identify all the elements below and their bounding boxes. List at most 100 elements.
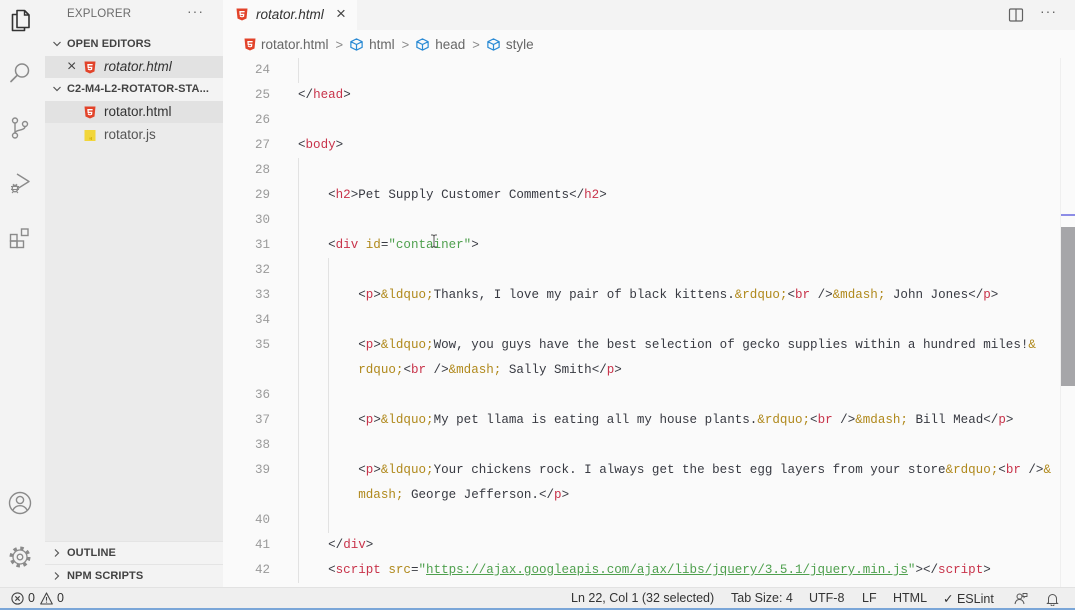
error-icon[interactable] [11, 592, 24, 605]
breadcrumb-item-file[interactable]: rotator.html [244, 37, 329, 52]
line-number: 32 [254, 263, 270, 277]
error-count[interactable]: 0 [28, 591, 35, 605]
code-line[interactable]: 34 [223, 308, 1060, 333]
code-token-p: < [328, 188, 336, 202]
code-token-attr: src [388, 563, 411, 577]
file-item-rotator-js[interactable]: rotator.js [45, 124, 223, 146]
warning-icon[interactable] [40, 592, 53, 605]
code-token-p: < [403, 363, 411, 377]
more-actions-button[interactable]: ··· [187, 3, 204, 19]
chevron-right-icon [54, 572, 60, 580]
breadcrumb-item-head[interactable]: head [415, 37, 465, 52]
code-token-ent: & [1043, 463, 1051, 477]
code-text[interactable]: <p>&ldquo;Your chickens rock. I always g… [298, 458, 1051, 483]
open-editor-item[interactable]: × rotator.html [45, 56, 223, 78]
symbol-element-icon [350, 37, 363, 51]
code-line[interactable]: 38 [223, 433, 1060, 458]
code-line[interactable]: 42 <script src="https://ajax.googleapis.… [223, 558, 1060, 583]
code-line[interactable]: 40 [223, 508, 1060, 533]
code-text[interactable]: </div> [298, 533, 373, 558]
search-icon[interactable] [7, 60, 33, 86]
code-token-tag: h2 [584, 188, 600, 202]
symbol-element-icon [416, 37, 429, 51]
explorer-icon[interactable] [7, 7, 33, 33]
more-actions-button[interactable]: ··· [1040, 3, 1057, 19]
gear-icon[interactable] [7, 544, 33, 570]
code-line-wrap[interactable]: rdquo;<br />&mdash; Sally Smith</p> [223, 358, 1060, 383]
outline-header[interactable]: OUTLINE [45, 541, 223, 563]
warning-count[interactable]: 0 [57, 591, 64, 605]
code-line[interactable]: 31 <div id="container"> [223, 233, 1060, 258]
tab-rotator-html[interactable]: rotator.html × [223, 0, 357, 30]
code-token-p: < [358, 288, 366, 302]
language-mode[interactable]: HTML [893, 591, 927, 605]
code-token-p: > [983, 563, 991, 577]
run-debug-icon[interactable] [7, 170, 33, 196]
code-token-p: > [990, 288, 999, 302]
line-number: 36 [254, 388, 270, 402]
open-editors-header[interactable]: OPEN EDITORS [45, 33, 223, 55]
code-token-p: < [358, 413, 366, 427]
close-icon[interactable]: × [67, 58, 76, 76]
code-line[interactable]: 37 <p>&ldquo;My pet llama is eating all … [223, 408, 1060, 433]
code-text[interactable]: <p>&ldquo;My pet llama is eating all my … [298, 408, 1013, 433]
line-number: 28 [254, 163, 270, 177]
code-text[interactable]: rdquo;<br />&mdash; Sally Smith</p> [298, 358, 622, 383]
code-token-p: /> [832, 413, 856, 427]
code-text[interactable]: <div id="container"> [298, 233, 479, 258]
explorer-sidebar: EXPLORER ··· OPEN EDITORS × rotator.html… [45, 0, 223, 587]
code-line-wrap[interactable]: mdash; George Jefferson.</p> [223, 483, 1060, 508]
breadcrumb-label: html [369, 36, 395, 52]
scrollbar-thumb[interactable] [1061, 227, 1075, 386]
code-line[interactable]: 39 <p>&ldquo;Your chickens rock. I alway… [223, 458, 1060, 483]
end-of-line[interactable]: LF [862, 591, 877, 605]
code-token-txt: Wow, you guys have the best selection of… [433, 338, 1029, 352]
code-token-txt: Your chickens rock. I always get the bes… [433, 463, 946, 477]
code-line[interactable]: 35 <p>&ldquo;Wow, you guys have the best… [223, 333, 1060, 358]
code-token-p: > [373, 338, 381, 352]
cursor-position[interactable]: Ln 22, Col 1 (32 selected) [571, 591, 714, 605]
code-text[interactable]: <h2>Pet Supply Customer Comments</h2> [298, 183, 607, 208]
extensions-icon[interactable] [7, 225, 33, 251]
breadcrumb-item-style[interactable]: style [486, 37, 534, 52]
tab-size[interactable]: Tab Size: 4 [731, 591, 793, 605]
split-editor-icon[interactable] [1008, 7, 1024, 23]
code-editor[interactable]: 24 25 </head> 26 27 <body> 28 29 <h2>Pet Supply… [223, 58, 1075, 587]
code-text[interactable]: <p>&ldquo;Thanks, I love my pair of blac… [298, 283, 998, 308]
code-line[interactable]: 29 <h2>Pet Supply Customer Comments</h2> [223, 183, 1060, 208]
code-line[interactable]: 24 [223, 58, 1060, 83]
code-text[interactable]: <script src="https://ajax.googleapis.com… [298, 558, 991, 583]
code-text[interactable]: mdash; George Jefferson.</p> [298, 483, 569, 508]
code-text[interactable]: <p>&ldquo;Wow, you guys have the best se… [298, 333, 1036, 358]
file-item-rotator-html[interactable]: rotator.html [45, 101, 223, 123]
close-tab-icon[interactable]: × [336, 4, 346, 24]
code-line[interactable]: 33 <p>&ldquo;Thanks, I love my pair of b… [223, 283, 1060, 308]
code-text[interactable]: <body> [298, 133, 343, 158]
feedback-icon[interactable] [1014, 592, 1028, 606]
code-line[interactable]: 27 <body> [223, 133, 1060, 158]
eslint-status[interactable]: ✓ ESLint [943, 591, 994, 606]
breadcrumb-label: rotator.html [261, 36, 329, 52]
code-line[interactable]: 26 [223, 108, 1060, 133]
code-line[interactable]: 32 [223, 258, 1060, 283]
folder-header[interactable]: C2-M4-L2-ROTATOR-STA... [45, 78, 223, 100]
code-token-p: > [373, 463, 381, 477]
account-icon[interactable] [7, 490, 33, 516]
npm-scripts-header[interactable]: NPM SCRIPTS [45, 564, 223, 586]
html5-icon [244, 38, 256, 50]
code-token-p: </ [569, 188, 585, 202]
code-line[interactable]: 41 </div> [223, 533, 1060, 558]
notifications-bell-icon[interactable] [1046, 592, 1059, 606]
code-line[interactable]: 28 [223, 158, 1060, 183]
code-line[interactable]: 25 </head> [223, 83, 1060, 108]
line-number: 31 [254, 238, 270, 252]
source-control-icon[interactable] [7, 115, 33, 141]
code-text[interactable]: </head> [298, 83, 351, 108]
encoding[interactable]: UTF-8 [809, 591, 844, 605]
code-line[interactable]: 30 [223, 208, 1060, 233]
vertical-scrollbar[interactable] [1060, 58, 1075, 587]
code-line[interactable]: 36 [223, 383, 1060, 408]
code-token-p: > [599, 188, 607, 202]
code-token-p: > [373, 413, 381, 427]
breadcrumb-item-html[interactable]: html [349, 37, 395, 52]
